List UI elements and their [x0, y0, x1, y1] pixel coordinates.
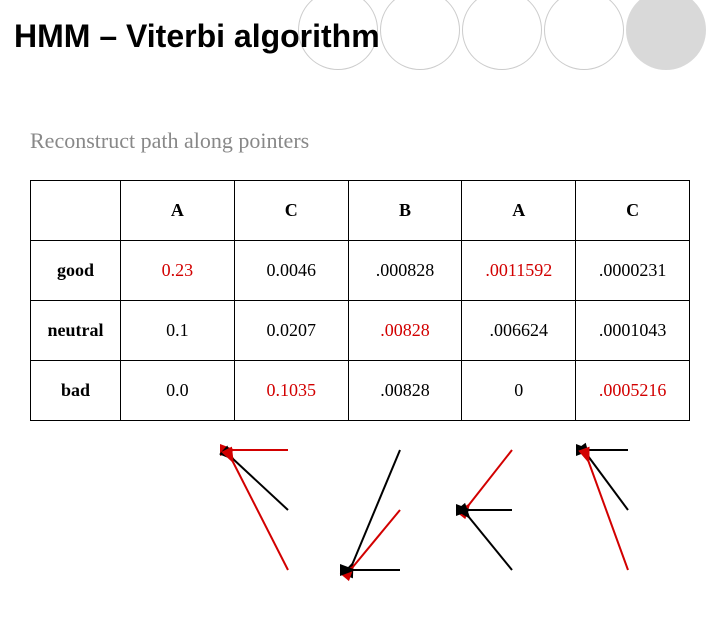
circle-icon: [544, 0, 624, 70]
cell: .006624: [462, 301, 576, 361]
cell: .0000231: [576, 241, 690, 301]
row-header-neutral: neutral: [31, 301, 121, 361]
cell: .0001043: [576, 301, 690, 361]
col-header: A: [121, 181, 235, 241]
col-header: B: [348, 181, 462, 241]
cell: 0.0207: [234, 301, 348, 361]
col-header: A: [462, 181, 576, 241]
row-header-good: good: [31, 241, 121, 301]
table-row: bad 0.0 0.1035 .00828 0 .0005216: [31, 361, 690, 421]
cell: .000828: [348, 241, 462, 301]
col-header: C: [234, 181, 348, 241]
viterbi-table: A C B A C good 0.23 0.0046 .000828 .0011…: [30, 180, 690, 421]
cell: .00828: [348, 301, 462, 361]
table-row: good 0.23 0.0046 .000828 .0011592 .00002…: [31, 241, 690, 301]
row-header-bad: bad: [31, 361, 121, 421]
page-title: HMM – Viterbi algorithm: [14, 18, 380, 55]
cell: .0011592: [462, 241, 576, 301]
cell: 0.1: [121, 301, 235, 361]
circle-icon: [626, 0, 706, 70]
circle-icon: [380, 0, 460, 70]
cell: 0.23: [121, 241, 235, 301]
cell: .0005216: [576, 361, 690, 421]
cell: 0.0: [121, 361, 235, 421]
corner-cell: [31, 181, 121, 241]
cell: 0.0046: [234, 241, 348, 301]
cell: 0.1035: [234, 361, 348, 421]
table-header-row: A C B A C: [31, 181, 690, 241]
circle-icon: [462, 0, 542, 70]
cell: .00828: [348, 361, 462, 421]
table-row: neutral 0.1 0.0207 .00828 .006624 .00010…: [31, 301, 690, 361]
subtitle: Reconstruct path along pointers: [30, 128, 309, 154]
cell: 0: [462, 361, 576, 421]
col-header: C: [576, 181, 690, 241]
